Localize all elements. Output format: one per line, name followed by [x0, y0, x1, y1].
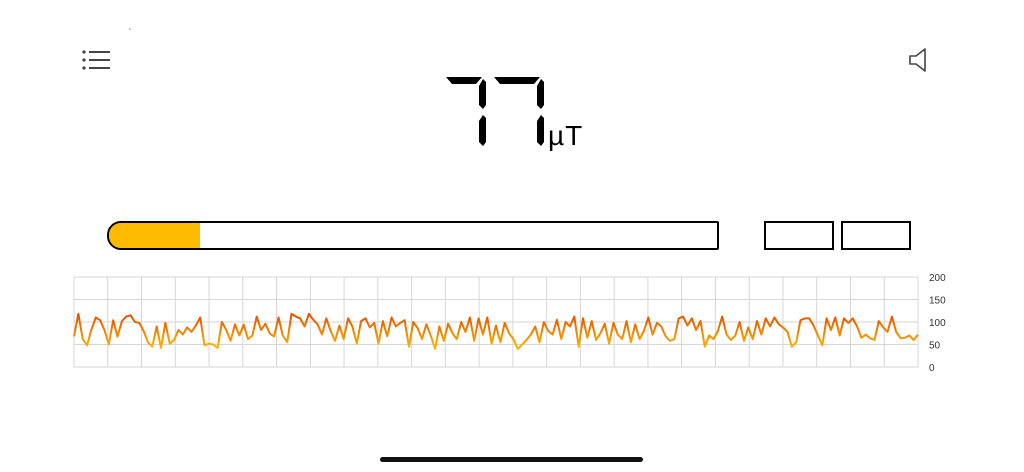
speaker-icon — [909, 48, 926, 72]
y-tick-label: 0 — [929, 363, 935, 374]
button-left-box[interactable] — [764, 221, 834, 250]
field-strength-series-line — [73, 312, 919, 350]
list-menu-icon — [82, 50, 110, 70]
history-graph: 200 150 100 50 0 — [73, 273, 946, 374]
button-right-box[interactable] — [841, 221, 911, 250]
y-tick-label: 100 — [929, 318, 946, 329]
menu-button[interactable] — [80, 48, 114, 74]
graph-series — [73, 312, 919, 350]
digit-2 — [494, 77, 544, 146]
y-tick-label: 200 — [929, 273, 946, 284]
status-dot — [129, 28, 131, 30]
digit-1 — [446, 77, 486, 146]
level-meter-fill — [109, 223, 201, 248]
home-indicator[interactable] — [380, 457, 643, 462]
field-strength-readout: 77 µT — [440, 70, 600, 160]
y-tick-label: 150 — [929, 296, 946, 307]
graph-y-ticks: 200 150 100 50 0 — [929, 273, 946, 374]
sound-button[interactable] — [905, 46, 933, 74]
y-tick-label: 50 — [929, 341, 941, 352]
reading-unit: µT — [548, 120, 584, 151]
reading-digits: 77 — [446, 77, 544, 146]
level-meter — [107, 221, 719, 250]
